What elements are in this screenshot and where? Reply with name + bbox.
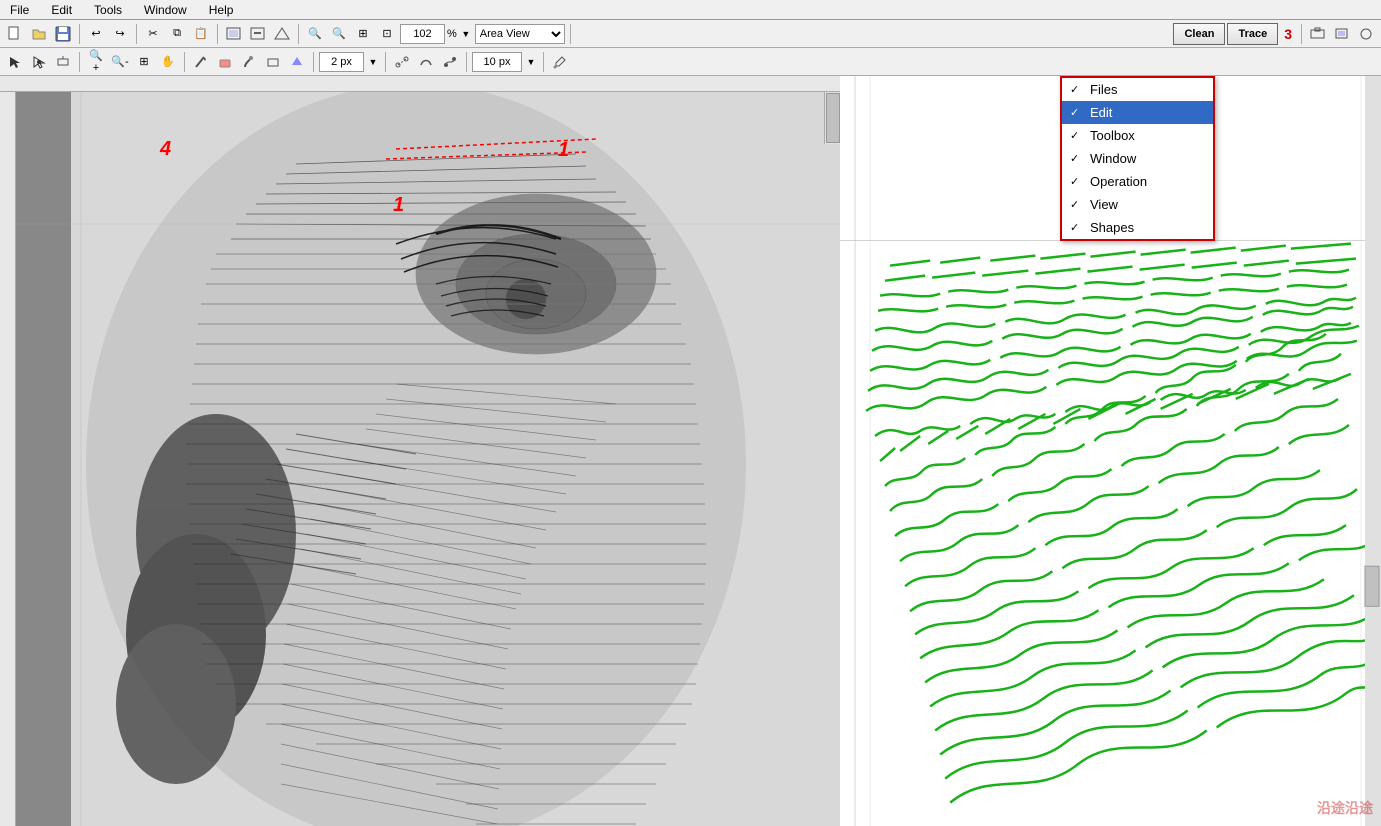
files-label: Files <box>1090 82 1117 97</box>
zoom-percent: % <box>447 28 457 40</box>
paste-button[interactable]: 📋 <box>190 23 212 45</box>
files-check: ✓ <box>1070 83 1084 96</box>
sep9 <box>313 52 314 72</box>
sep3 <box>217 24 218 44</box>
tb-btn-b[interactable] <box>247 23 269 45</box>
menu-shapes[interactable]: ✓ Shapes <box>1062 216 1213 239</box>
toolbar2: 🔍+ 🔍- ⊞ ✋ ▼ ▼ <box>0 48 1381 76</box>
menu-files[interactable]: ✓ Files <box>1062 78 1213 101</box>
ruler-horizontal <box>0 76 840 92</box>
view-label: View <box>1090 197 1118 212</box>
sep7 <box>79 52 80 72</box>
menu-operation[interactable]: ✓ Operation <box>1062 170 1213 193</box>
eyedropper-tool[interactable] <box>549 51 571 73</box>
sep12 <box>543 52 544 72</box>
menu-edit[interactable]: Edit <box>45 0 78 19</box>
sep4 <box>298 24 299 44</box>
window-check: ✓ <box>1070 152 1084 165</box>
zoom-select-button[interactable]: ⊡ <box>376 23 398 45</box>
menubar: File Edit Tools Window Help <box>0 0 1381 20</box>
toolbox-label: Toolbox <box>1090 128 1135 143</box>
tb-icon3[interactable] <box>1355 23 1377 45</box>
zoom-input[interactable] <box>400 24 445 44</box>
sep5 <box>570 24 571 44</box>
zoom-in-tool[interactable]: 🔍+ <box>85 51 107 73</box>
ruler-vertical <box>0 92 16 826</box>
operation-label: Operation <box>1090 174 1147 189</box>
tb-btn-c[interactable] <box>271 23 293 45</box>
zoom-fit-button[interactable]: ⊞ <box>352 23 374 45</box>
trace-badge: 3 <box>1280 26 1296 42</box>
sep6 <box>1301 24 1302 44</box>
path-tool3[interactable] <box>439 51 461 73</box>
annotation-1b: 1 <box>393 194 404 217</box>
zoom-in-button[interactable]: 🔍 <box>304 23 326 45</box>
undo-button[interactable]: ↩ <box>85 23 107 45</box>
engraving-image <box>16 92 840 826</box>
zoom-out-tool[interactable]: 🔍- <box>109 51 131 73</box>
tb-icon1[interactable] <box>1307 23 1329 45</box>
sep2 <box>136 24 137 44</box>
pen-tool[interactable] <box>190 51 212 73</box>
sep8 <box>184 52 185 72</box>
view-check: ✓ <box>1070 198 1084 211</box>
edit-check: ✓ <box>1070 106 1084 119</box>
main-area: 4 1 1 er ✓ Files ✓ Edit ✓ Toolbox <box>0 76 1381 826</box>
brush-tool[interactable] <box>238 51 260 73</box>
right-panel: er ✓ Files ✓ Edit ✓ Toolbox ✓ Window ✓ O… <box>840 76 1381 826</box>
eraser-tool[interactable] <box>214 51 236 73</box>
zoom-dropdown[interactable]: ▼ <box>459 23 473 45</box>
menu-window-item[interactable]: ✓ Window <box>1062 147 1213 170</box>
pen-size-dropdown[interactable]: ▼ <box>366 51 380 73</box>
menu-toolbox[interactable]: ✓ Toolbox <box>1062 124 1213 147</box>
node-tool[interactable] <box>28 51 50 73</box>
fit-tool[interactable]: ⊞ <box>133 51 155 73</box>
new-button[interactable] <box>4 23 26 45</box>
save-button[interactable] <box>52 23 74 45</box>
watermark: 沿途沿途 <box>1317 798 1373 818</box>
menu-edit-item[interactable]: ✓ Edit <box>1062 101 1213 124</box>
toolbox-check: ✓ <box>1070 129 1084 142</box>
brush-size-input[interactable] <box>472 52 522 72</box>
select-tool[interactable] <box>4 51 26 73</box>
sep1 <box>79 24 80 44</box>
tb-btn-a[interactable] <box>223 23 245 45</box>
menu-window[interactable]: Window <box>138 0 193 19</box>
open-button[interactable] <box>28 23 50 45</box>
path-tool1[interactable] <box>391 51 413 73</box>
menu-view[interactable]: ✓ View <box>1062 193 1213 216</box>
cut-button[interactable]: ✂ <box>142 23 164 45</box>
menu-file[interactable]: File <box>4 0 35 19</box>
tb2-btn3[interactable] <box>52 51 74 73</box>
toolbar1: ↩ ↪ ✂ ⧉ 📋 🔍 🔍 ⊞ ⊡ % ▼ Area View Full Vie… <box>0 20 1381 48</box>
pen-size-input[interactable] <box>319 52 364 72</box>
zoom-out-button[interactable]: 🔍 <box>328 23 350 45</box>
fill-tool[interactable] <box>286 51 308 73</box>
edit-label: Edit <box>1090 105 1112 120</box>
brush-size-dropdown[interactable]: ▼ <box>524 51 538 73</box>
sep11 <box>466 52 467 72</box>
canvas-vscrollbar[interactable] <box>824 92 840 144</box>
shapes-label: Shapes <box>1090 220 1134 235</box>
shapes-check: ✓ <box>1070 221 1084 234</box>
window-label: Window <box>1090 151 1136 166</box>
annotation-4: 4 <box>160 138 171 161</box>
sep10 <box>385 52 386 72</box>
canvas-area[interactable]: 4 1 1 <box>0 76 840 826</box>
tb-icon2[interactable] <box>1331 23 1353 45</box>
redo-button[interactable]: ↪ <box>109 23 131 45</box>
operation-check: ✓ <box>1070 175 1084 188</box>
menu-help[interactable]: Help <box>203 0 240 19</box>
trace-button[interactable]: Trace <box>1227 23 1278 45</box>
annotation-1a: 1 <box>558 139 569 162</box>
copy-button[interactable]: ⧉ <box>166 23 188 45</box>
clean-button[interactable]: Clean <box>1173 23 1225 45</box>
canvas-vscroll-thumb[interactable] <box>826 93 840 143</box>
pan-tool[interactable]: ✋ <box>157 51 179 73</box>
menu-tools[interactable]: Tools <box>88 0 128 19</box>
shape-tool[interactable] <box>262 51 284 73</box>
window-dropdown-menu: ✓ Files ✓ Edit ✓ Toolbox ✓ Window ✓ Oper… <box>1060 76 1215 241</box>
view-mode-select[interactable]: Area View Full View <box>475 24 565 44</box>
path-tool2[interactable] <box>415 51 437 73</box>
